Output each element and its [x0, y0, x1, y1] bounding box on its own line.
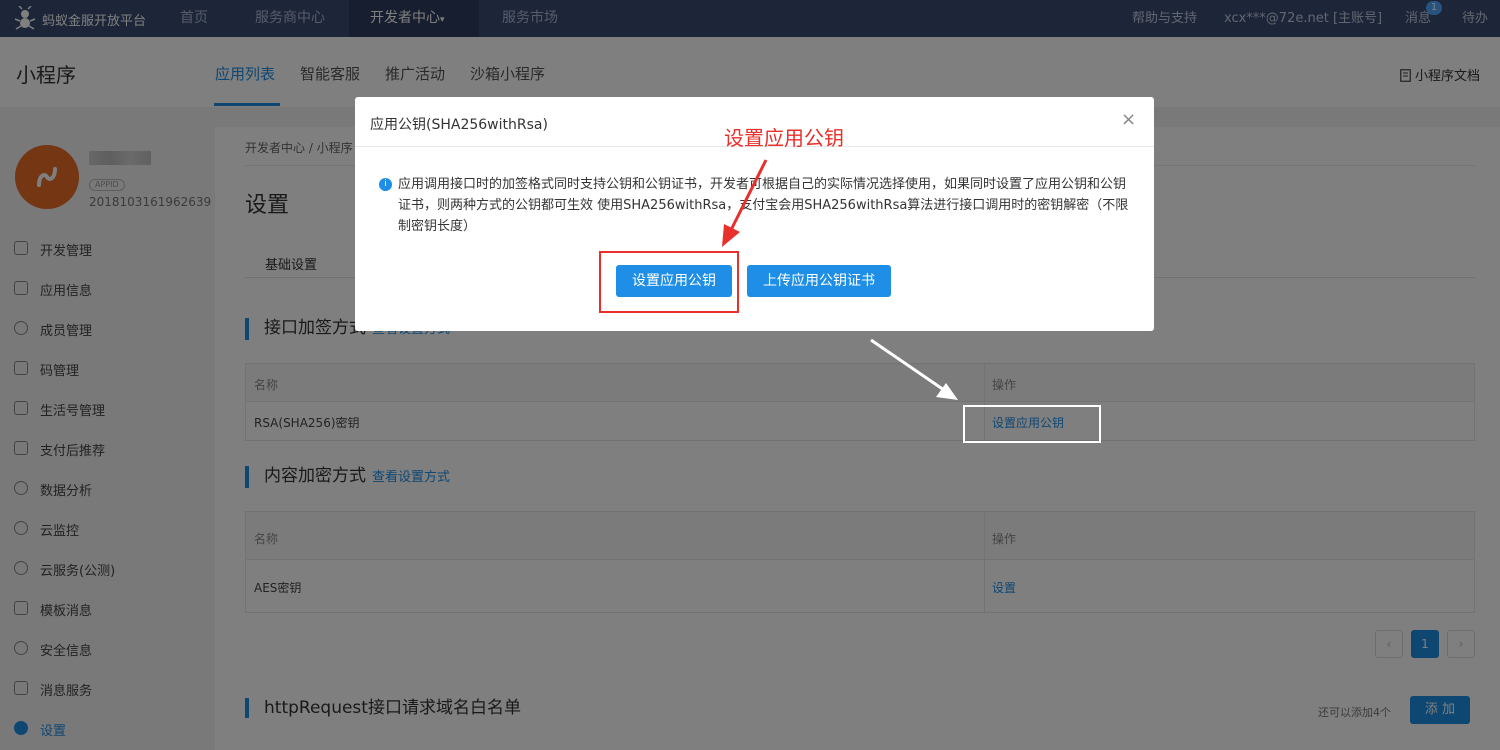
annotation-arrow-white — [870, 338, 945, 392]
annotation-arrow-red — [728, 159, 768, 233]
annotation-arrows — [722, 159, 958, 400]
